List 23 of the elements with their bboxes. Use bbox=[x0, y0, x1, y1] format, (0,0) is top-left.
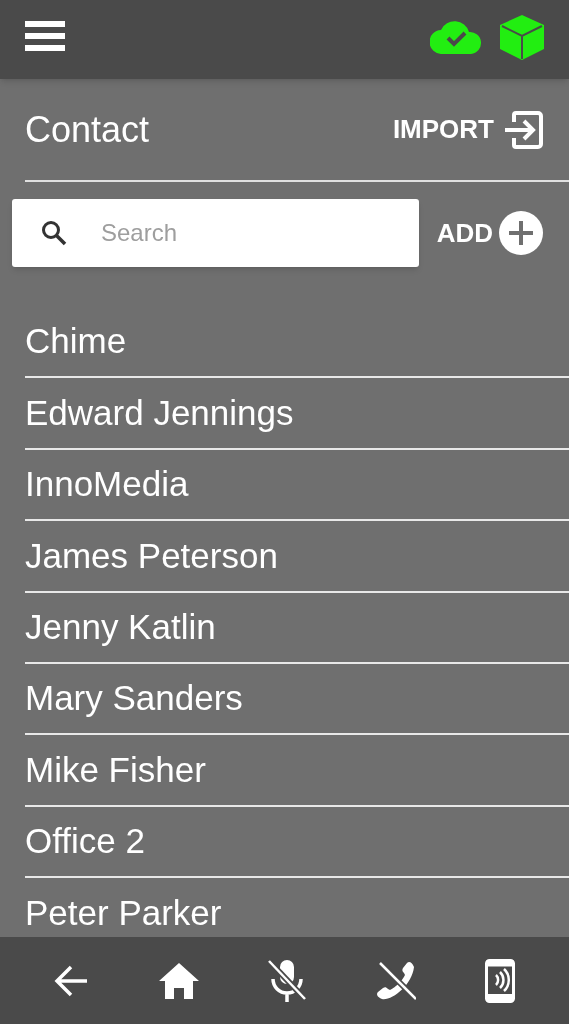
search-field[interactable]: Search bbox=[12, 199, 419, 267]
menu-icon[interactable] bbox=[25, 19, 65, 52]
phone-off-icon[interactable] bbox=[376, 960, 417, 1001]
contact-name[interactable]: Peter Parker bbox=[25, 886, 222, 937]
cloud-check-icon[interactable] bbox=[430, 19, 482, 54]
search-icon bbox=[40, 219, 68, 247]
contact-name[interactable]: Edward Jennings bbox=[25, 386, 294, 440]
mute-microphone-icon[interactable] bbox=[267, 958, 308, 1003]
contact-name[interactable]: James Peterson bbox=[25, 529, 278, 583]
page-title: Contact bbox=[25, 107, 150, 152]
contact-name[interactable]: Jenny Katlin bbox=[25, 601, 216, 654]
contact-name[interactable]: Office 2 bbox=[25, 815, 145, 868]
import-button[interactable]: IMPORT bbox=[392, 108, 544, 151]
home-icon[interactable] bbox=[158, 961, 199, 1000]
add-button[interactable]: ADD bbox=[436, 211, 543, 255]
contact-name[interactable]: Mike Fisher bbox=[25, 743, 206, 797]
cube-icon[interactable] bbox=[498, 12, 546, 61]
contact-name[interactable]: Mary Sanders bbox=[25, 672, 243, 725]
phone-signal-icon[interactable] bbox=[484, 958, 515, 1003]
plus-circle-icon bbox=[499, 211, 543, 255]
contact-name[interactable]: Chime bbox=[25, 315, 127, 368]
contact-name[interactable]: InnoMedia bbox=[25, 458, 189, 511]
import-icon bbox=[502, 108, 544, 151]
